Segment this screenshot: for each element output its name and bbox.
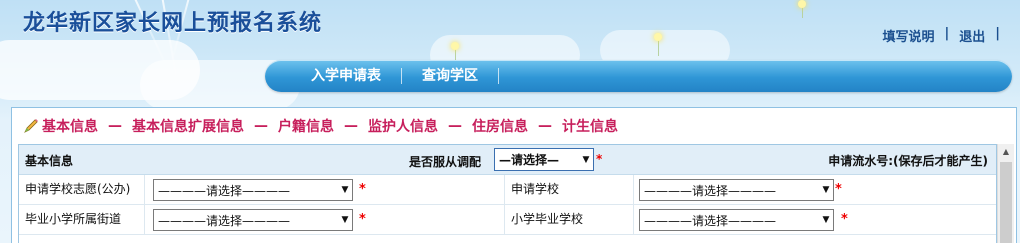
adjust-select[interactable]: —请选择— ▼ — [494, 148, 594, 171]
school-preference-label: 申请学校志愿(公办) — [19, 175, 145, 204]
section-link-basic-info-extended[interactable]: 基本信息扩展信息 — [132, 116, 244, 136]
link-separator: | — [944, 26, 950, 41]
adjust-label: 是否服从调配 — [409, 155, 482, 169]
primary-school-street-field: ————请选择———— ▼ — [153, 209, 353, 231]
required-mark: * — [835, 182, 842, 197]
dropdown-arrow-icon: ▼ — [822, 185, 830, 195]
section-link-housing-info[interactable]: 住房信息 — [472, 116, 528, 136]
select-value: ————请选择———— — [644, 183, 777, 198]
section-dash: — — [108, 118, 122, 134]
serial-number-label: 申请流水号:(保存后才能产生) — [828, 154, 988, 168]
form-row: 申请学校志愿(公办) ————请选择———— ▼ * 申请学校 ————请选择—… — [19, 175, 996, 205]
dropdown-arrow-icon: ▼ — [582, 154, 590, 165]
link-separator: | — [995, 26, 1000, 41]
required-mark: * — [359, 212, 366, 227]
pencil-icon — [22, 117, 40, 135]
primary-school-street-label: 毕业小学所属街道 — [19, 205, 145, 234]
school-preference-field: ————请选择———— ▼ — [153, 179, 353, 201]
select-value: ————请选择———— — [158, 213, 291, 228]
section-link-basic-info[interactable]: 基本信息 — [42, 116, 98, 136]
select-value: ————请选择———— — [644, 213, 777, 228]
dandelion-icon — [798, 0, 806, 8]
primary-school-label: 小学毕业学校 — [504, 205, 634, 234]
form-row: 毕业小学所属街道 ————请选择———— ▼ * 小学毕业学校 ————请选择—… — [19, 205, 996, 235]
dropdown-arrow-icon: ▼ — [341, 185, 349, 195]
nav-application-form[interactable]: 入学申请表 — [291, 67, 401, 85]
apply-school-label: 申请学校 — [504, 175, 634, 204]
section-dash: — — [254, 118, 268, 134]
logout-link[interactable]: 退出 — [959, 26, 985, 45]
section-link-family-planning[interactable]: 计生信息 — [562, 116, 618, 136]
apply-school-select[interactable]: ————请选择———— ▼ — [639, 179, 834, 201]
adjust-select-value: —请选择— — [499, 153, 560, 167]
section-dash: — — [344, 118, 358, 134]
section-dash: — — [538, 118, 552, 134]
scroll-up-icon[interactable]: ▲ — [998, 144, 1014, 160]
section-links: 基本信息 — 基本信息扩展信息 — 户籍信息 — 监护人信息 — 住房信息 — … — [22, 116, 618, 136]
basic-info-form: 基本信息 是否服从调配 —请选择— ▼ * 申请流水号:(保存后才能产生) 申请… — [18, 144, 997, 243]
main-nav: 入学申请表 查询学区 — [265, 60, 1012, 92]
form-header: 基本信息 是否服从调配 —请选择— ▼ * 申请流水号:(保存后才能产生) — [19, 145, 996, 175]
help-link[interactable]: 填写说明 — [882, 26, 934, 45]
nav-school-district-query[interactable]: 查询学区 — [402, 67, 498, 85]
primary-school-field: ————请选择———— ▼ — [639, 209, 834, 231]
form-section-title: 基本信息 — [25, 154, 74, 168]
site-title: 龙华新区家长网上预报名系统 — [23, 11, 323, 36]
required-mark: * — [596, 152, 603, 166]
school-preference-select[interactable]: ————请选择———— ▼ — [153, 179, 353, 201]
content-panel: 基本信息 — 基本信息扩展信息 — 户籍信息 — 监护人信息 — 住房信息 — … — [11, 107, 1017, 243]
section-link-household-registration[interactable]: 户籍信息 — [278, 116, 334, 136]
dropdown-arrow-icon: ▼ — [822, 215, 830, 225]
required-mark: * — [841, 212, 848, 227]
vertical-scrollbar[interactable]: ▲ — [997, 144, 1014, 243]
apply-school-field: ————请选择———— ▼ — [639, 179, 834, 201]
scrollbar-thumb[interactable] — [1000, 162, 1012, 243]
required-mark: * — [359, 182, 366, 197]
section-dash: — — [448, 118, 462, 134]
dandelion-icon — [451, 42, 459, 50]
dropdown-arrow-icon: ▼ — [341, 215, 349, 225]
select-value: ————请选择———— — [158, 183, 291, 198]
dandelion-icon — [654, 33, 662, 41]
nav-divider — [498, 68, 499, 84]
section-link-guardian-info[interactable]: 监护人信息 — [368, 116, 438, 136]
primary-school-street-select[interactable]: ————请选择———— ▼ — [153, 209, 353, 231]
top-links: 填写说明 | 退出 | — [882, 26, 1000, 45]
primary-school-select[interactable]: ————请选择———— ▼ — [639, 209, 834, 231]
